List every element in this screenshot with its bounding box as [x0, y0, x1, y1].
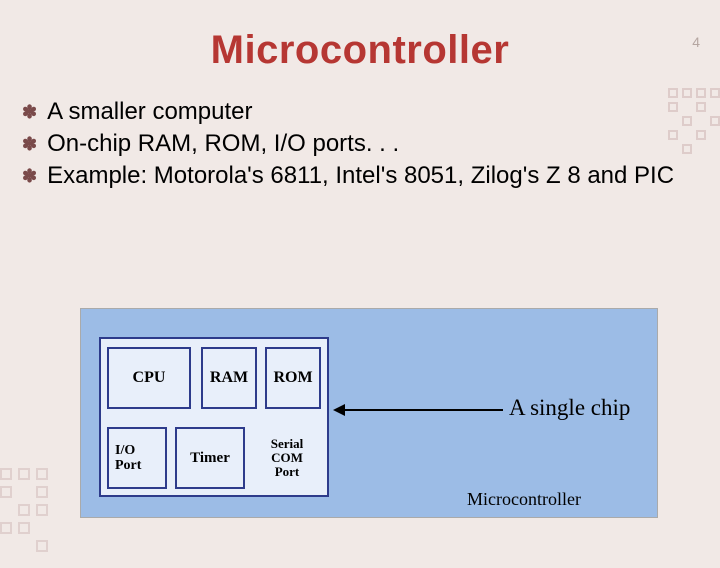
slide-title: Microcontroller [0, 28, 720, 73]
bullet-icon: ✽ [22, 102, 37, 123]
block-rom: ROM [265, 347, 321, 409]
block-diagram: CPU RAM ROM I/OPort Timer SerialCOMPort … [80, 308, 658, 518]
chip-outline: CPU RAM ROM I/OPort Timer SerialCOMPort [99, 337, 329, 497]
arrow-label: A single chip [509, 395, 630, 421]
decorative-squares-bottom-left [0, 468, 60, 558]
list-item: ✽ A smaller computer [22, 97, 698, 127]
arrow-left-icon [343, 409, 503, 411]
block-timer: Timer [175, 427, 245, 489]
bullet-text: On-chip RAM, ROM, I/O ports. . . [47, 129, 399, 159]
list-item: ✽ Example: Motorola's 6811, Intel's 8051… [22, 161, 698, 191]
block-ram: RAM [201, 347, 257, 409]
decorative-squares-top-right [668, 88, 720, 168]
bullet-icon: ✽ [22, 134, 37, 155]
page-number: 4 [692, 34, 700, 50]
bullet-list: ✽ A smaller computer ✽ On-chip RAM, ROM,… [22, 97, 698, 191]
bullet-text: A smaller computer [47, 97, 252, 127]
diagram-caption: Microcontroller [467, 489, 581, 510]
list-item: ✽ On-chip RAM, ROM, I/O ports. . . [22, 129, 698, 159]
block-serial-com-port: SerialCOMPort [253, 425, 321, 491]
bullet-text: Example: Motorola's 6811, Intel's 8051, … [47, 161, 674, 191]
block-io-port: I/OPort [107, 427, 167, 489]
bullet-icon: ✽ [22, 166, 37, 187]
block-cpu: CPU [107, 347, 191, 409]
